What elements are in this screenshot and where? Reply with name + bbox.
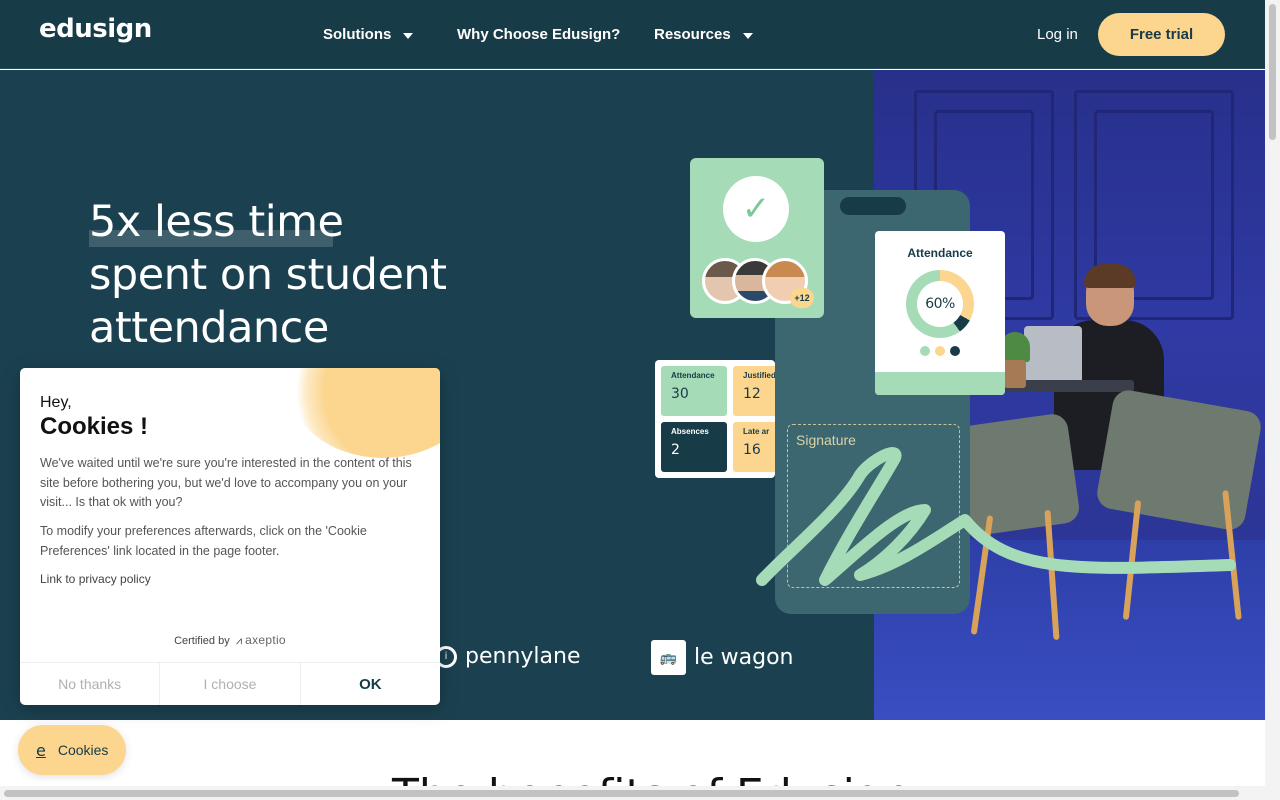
edusign-logo[interactable]: edusign	[39, 14, 152, 44]
cookie-pill-label: Cookies	[57, 742, 109, 758]
nav-why-choose-label: Why Choose Edusign?	[457, 26, 621, 43]
attendance-card-title: Attendance	[907, 246, 973, 260]
horizontal-scroll-thumb[interactable]	[4, 790, 1239, 797]
stat-label: Absences	[671, 427, 709, 436]
laptop	[1024, 326, 1082, 384]
cookie-paragraph-2: To modify your preferences afterwards, c…	[40, 524, 367, 558]
privacy-policy-link[interactable]: Link to privacy policy	[40, 572, 151, 586]
cookie-preferences-button[interactable]: e Cookies	[18, 725, 126, 775]
plant-pot	[1004, 360, 1026, 388]
partner-pennylane: i pennylane	[435, 644, 580, 669]
free-trial-button[interactable]: Free trial	[1098, 13, 1225, 56]
legend-dot	[950, 346, 960, 356]
attendance-donut: 60%	[906, 270, 974, 338]
cookie-dialog: Hey, Cookies ! We've waited until we're …	[20, 368, 440, 705]
i-choose-button[interactable]: I choose	[160, 663, 301, 705]
validation-card: ✓ +12	[690, 158, 824, 318]
vertical-scroll-thumb[interactable]	[1269, 4, 1276, 140]
partner-label: pennylane	[465, 644, 581, 669]
attendance-card-footer	[875, 372, 1005, 395]
attendance-percent: 60%	[917, 281, 963, 327]
stat-label: Attendance	[671, 371, 715, 380]
hero-headline: 5x less time spent on student attendance	[89, 196, 447, 355]
partner-le-wagon: 🚌 le wagon	[651, 640, 793, 675]
check-icon: ✓	[741, 189, 771, 229]
attendance-card: Attendance 60%	[875, 231, 1005, 395]
decorative-blob	[288, 368, 440, 458]
horizontal-scrollbar[interactable]	[0, 786, 1265, 800]
cookie-paragraph-1: We've waited until we're sure you're int…	[40, 456, 412, 509]
phone-notch	[840, 197, 906, 215]
signature-stroke	[756, 447, 1236, 586]
nav-solutions[interactable]: Solutions	[323, 26, 414, 43]
site-header: edusign Solutions Why Choose Edusign? Re…	[0, 0, 1265, 69]
more-avatars-badge: +12	[790, 288, 814, 308]
no-thanks-button[interactable]: No thanks	[20, 663, 161, 705]
headline-line-3: attendance	[89, 303, 329, 353]
bus-icon: 🚌	[651, 640, 686, 675]
logo-text: edusign	[39, 14, 152, 44]
login-link[interactable]: Log in	[1037, 26, 1078, 43]
stat-label: Late ar	[743, 427, 770, 436]
headline-line-1: 5x less time	[89, 197, 344, 247]
stat-value: 12	[743, 386, 761, 402]
stat-value: 2	[671, 442, 680, 458]
stat-attendance: Attendance 30	[661, 366, 727, 416]
vertical-scrollbar[interactable]	[1265, 0, 1280, 800]
nav-solutions-label: Solutions	[323, 26, 392, 43]
nav-resources-label: Resources	[654, 26, 731, 43]
stat-value: 30	[671, 386, 689, 402]
cookie-greeting: Hey,	[40, 394, 72, 411]
cookie-title: Cookies !	[40, 413, 149, 440]
person-hair	[1084, 264, 1136, 288]
chevron-down-icon	[742, 32, 753, 39]
headline-line-2: spent on student	[89, 250, 447, 300]
legend-dot	[935, 346, 945, 356]
certifier-name: axeptio	[245, 633, 286, 647]
cookie-actions: No thanks I choose OK	[20, 662, 440, 705]
stat-label: Justified	[743, 371, 775, 380]
stat-justified: Justified 12	[733, 366, 775, 416]
certified-by: Certified by ⩘ axeptio	[20, 633, 440, 648]
nav-resources[interactable]: Resources	[654, 26, 753, 43]
nav-why-choose[interactable]: Why Choose Edusign?	[457, 26, 620, 43]
axeptio-icon: ⩘	[232, 635, 243, 647]
partner-label: le wagon	[694, 645, 794, 670]
stat-absences: Absences 2	[661, 422, 727, 472]
check-circle: ✓	[723, 176, 789, 242]
edusign-e-icon: e	[36, 740, 46, 760]
chevron-down-icon	[403, 32, 414, 39]
certified-by-label: Certified by	[174, 635, 230, 647]
legend-dot	[920, 346, 930, 356]
ok-button[interactable]: OK	[301, 663, 440, 705]
